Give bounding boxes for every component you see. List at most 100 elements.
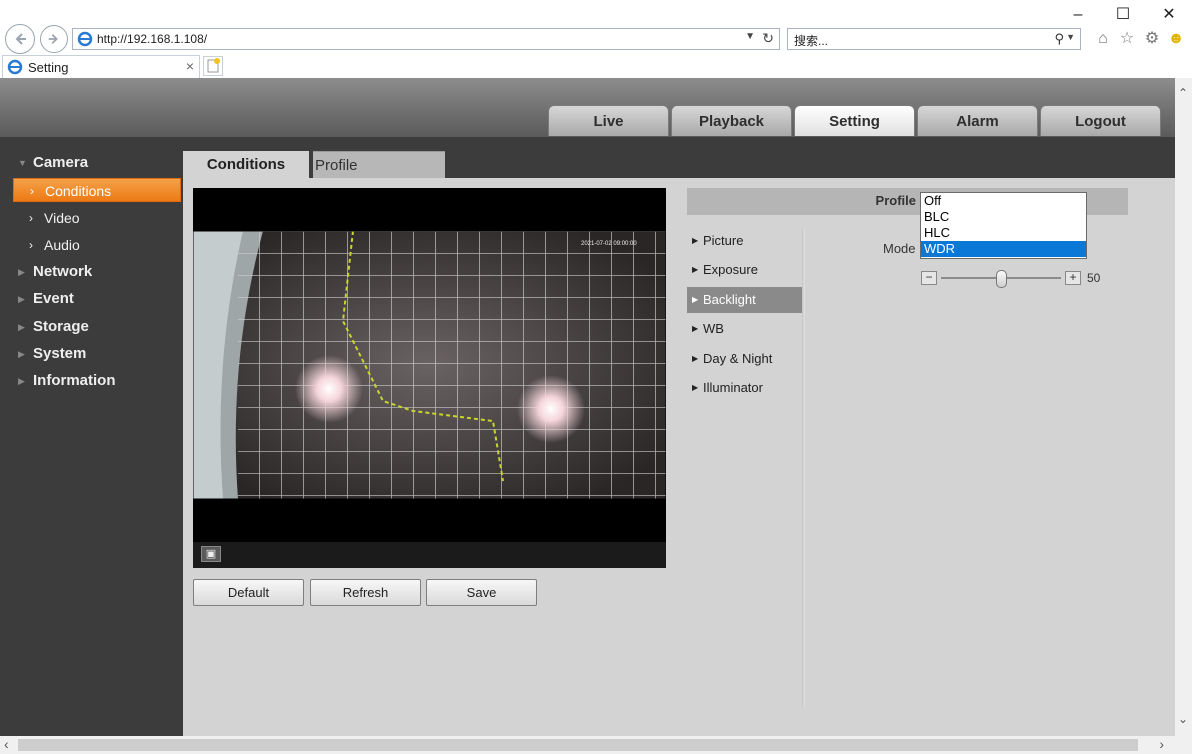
refresh-page-icon[interactable]: ↻ [762, 30, 774, 47]
slider-thumb[interactable] [995, 270, 1007, 288]
scroll-right-icon[interactable]: › [1159, 736, 1164, 752]
nav-setting[interactable]: Setting [794, 105, 915, 136]
wdr-slider[interactable]: − + 50 [921, 270, 1101, 288]
address-dropdown-icon[interactable]: ▼ [745, 31, 755, 42]
decrease-icon[interactable]: − [921, 271, 937, 285]
search-dropdown-icon[interactable]: ▼ [1066, 32, 1075, 42]
nav-live[interactable]: Live [548, 105, 669, 136]
menu-label: Exposure [703, 262, 758, 277]
vertical-scrollbar[interactable]: ⌃ ⌄ [1175, 78, 1192, 736]
forward-icon[interactable] [40, 25, 68, 53]
nav-alarm[interactable]: Alarm [917, 105, 1038, 136]
triangle-right-icon: ▶ [692, 324, 699, 333]
sidebar-item-video[interactable]: › Video [13, 206, 181, 230]
mode-dropdown-list[interactable]: Off BLC HLC WDR [920, 192, 1087, 259]
address-bar[interactable]: http://192.168.1.108/ ▼ ↻ [72, 28, 780, 50]
search-input[interactable]: 搜索... [794, 32, 828, 49]
collapsed-arrow-icon: ▶ [18, 322, 25, 332]
video-preview: 2021-07-02 09:00:00 ▣ [193, 188, 666, 568]
sidebar-network[interactable]: ▶ Network [0, 261, 183, 283]
menu-exposure[interactable]: ▶ Exposure [687, 257, 802, 283]
sidebar-information[interactable]: ▶ Information [0, 370, 183, 392]
mode-option-off[interactable]: Off [921, 193, 1086, 209]
slider-value: 50 [1087, 271, 1101, 285]
menu-label: Illuminator [703, 380, 763, 395]
search-box[interactable]: 搜索... ⚲ ▼ [787, 28, 1081, 50]
collapsed-arrow-icon: ▶ [18, 267, 25, 277]
collapsed-arrow-icon: ▶ [18, 294, 25, 304]
sidebar-event[interactable]: ▶ Event [0, 288, 183, 310]
menu-illuminator[interactable]: ▶ Illuminator [687, 375, 802, 401]
triangle-right-icon: ▶ [692, 383, 699, 392]
home-icon[interactable]: ⌂ [1093, 29, 1113, 49]
mode-option-blc[interactable]: BLC [921, 209, 1086, 225]
sidebar-system-label: System [33, 345, 87, 362]
sidebar-item-label: Video [44, 210, 80, 226]
new-tab-icon [207, 58, 220, 73]
sidebar-network-label: Network [33, 263, 93, 280]
menu-label: Backlight [703, 292, 756, 307]
close-window-icon[interactable]: ✕ [1154, 4, 1184, 26]
sidebar-system[interactable]: ▶ System [0, 343, 183, 365]
mode-option-wdr[interactable]: WDR [921, 241, 1086, 257]
sidebar: ▼ Camera › Conditions › Video › Audio ▶ … [0, 137, 183, 736]
new-tab-button[interactable] [203, 56, 223, 76]
scroll-down-icon[interactable]: ⌄ [1178, 712, 1188, 726]
minimize-icon[interactable]: – [1063, 4, 1093, 26]
tab-profile-management[interactable]: Profile Management [313, 151, 445, 201]
sidebar-item-audio[interactable]: › Audio [13, 233, 181, 257]
chevron-right-icon: › [29, 211, 33, 225]
mode-label: Mode [883, 241, 916, 256]
save-button[interactable]: Save [426, 579, 537, 606]
browser-tab[interactable]: Setting × [2, 55, 200, 78]
menu-picture[interactable]: ▶ Picture [687, 228, 802, 254]
search-icon[interactable]: ⚲ [1054, 31, 1064, 47]
scroll-left-icon[interactable]: ‹ [4, 736, 9, 752]
sidebar-information-label: Information [33, 372, 116, 389]
mode-option-hlc[interactable]: HLC [921, 225, 1086, 241]
content-panel: 2021-07-02 09:00:00 ▣ Default Refresh Sa… [183, 178, 1175, 736]
nav-logout[interactable]: Logout [1040, 105, 1161, 136]
increase-icon[interactable]: + [1065, 271, 1081, 285]
default-button[interactable]: Default [193, 579, 304, 606]
triangle-right-icon: ▶ [692, 265, 699, 274]
sidebar-item-label: Conditions [45, 183, 112, 199]
sidebar-item-conditions[interactable]: › Conditions [13, 178, 181, 202]
triangle-right-icon: ▶ [692, 354, 699, 363]
tab-ie-icon [7, 59, 23, 75]
sidebar-camera-label: Camera [33, 154, 89, 171]
url-text: http://192.168.1.108/ [97, 32, 208, 46]
collapsed-arrow-icon: ▶ [18, 349, 25, 359]
fullscreen-icon[interactable]: ▣ [201, 546, 221, 562]
content-tab-bar: Conditions Profile Management [183, 137, 1175, 201]
menu-label: Picture [703, 233, 744, 248]
back-icon[interactable] [5, 24, 35, 54]
scroll-up-icon[interactable]: ⌃ [1178, 86, 1188, 100]
sidebar-event-label: Event [33, 290, 74, 307]
scroll-thumb[interactable] [18, 739, 1138, 751]
video-timestamp: 2021-07-02 09:00:00 [581, 241, 637, 247]
refresh-button[interactable]: Refresh [310, 579, 421, 606]
horizontal-scrollbar[interactable]: ‹ › [0, 736, 1192, 754]
sidebar-camera[interactable]: ▼ Camera [0, 152, 183, 174]
chevron-right-icon: › [29, 238, 33, 252]
sidebar-storage-label: Storage [33, 318, 89, 335]
ie-icon [77, 31, 93, 47]
favorites-icon[interactable]: ☆ [1117, 29, 1137, 49]
tab-conditions[interactable]: Conditions [183, 151, 309, 178]
menu-wb[interactable]: ▶ WB [687, 316, 802, 342]
menu-divider [802, 228, 805, 708]
triangle-right-icon: ▶ [692, 236, 699, 245]
profile-label: Profile [875, 193, 916, 208]
menu-label: WB [703, 321, 724, 336]
feedback-smiley-icon[interactable]: ☻ [1166, 29, 1186, 49]
nav-playback[interactable]: Playback [671, 105, 792, 136]
sidebar-item-label: Audio [44, 237, 80, 253]
close-tab-icon[interactable]: × [186, 58, 194, 74]
sidebar-storage[interactable]: ▶ Storage [0, 316, 183, 338]
maximize-icon[interactable]: ☐ [1108, 4, 1138, 26]
tab-title: Setting [28, 60, 69, 75]
menu-backlight[interactable]: ▶ Backlight [687, 287, 802, 313]
tools-gear-icon[interactable]: ⚙ [1142, 29, 1162, 49]
menu-day-night[interactable]: ▶ Day & Night [687, 346, 802, 372]
